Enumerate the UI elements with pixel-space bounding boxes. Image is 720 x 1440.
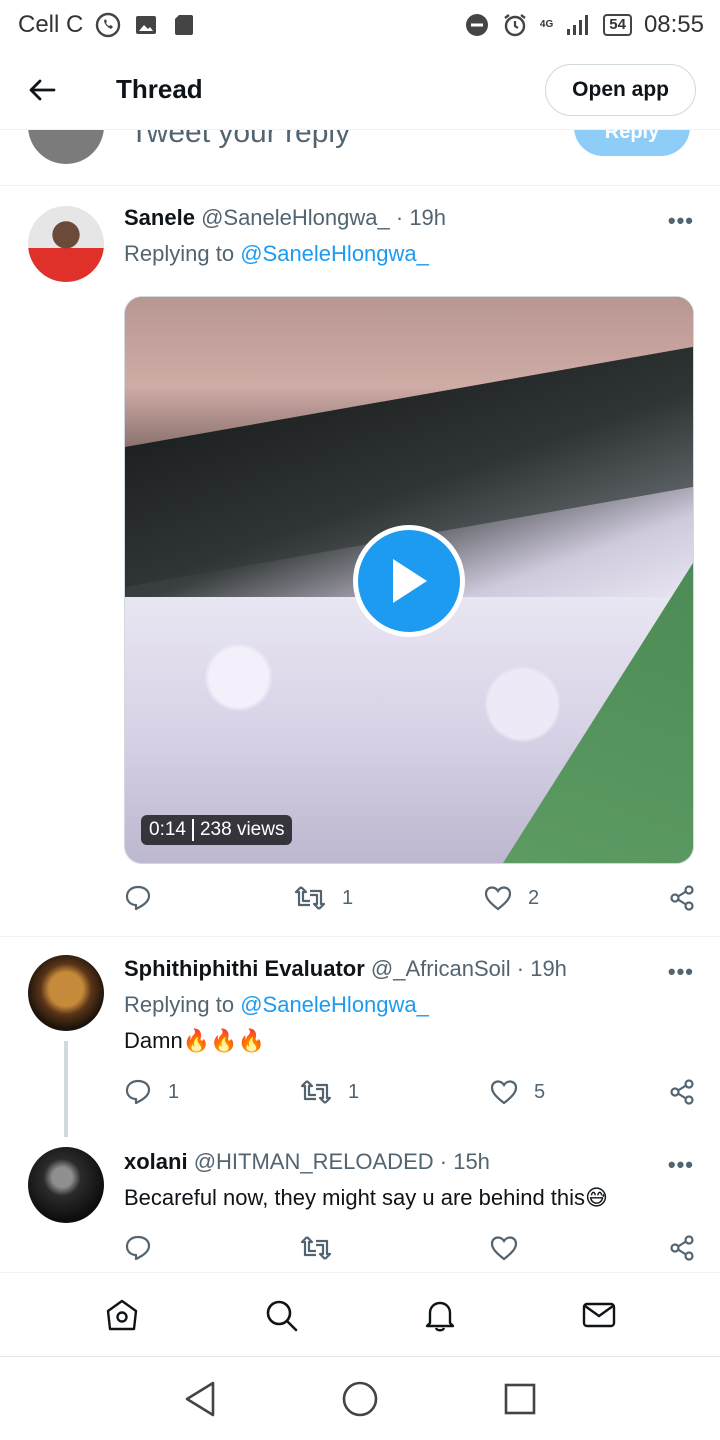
video-player[interactable]: 0:14 238 views	[124, 296, 694, 864]
author-handle[interactable]: @_AfricanSoil	[371, 956, 511, 981]
more-icon[interactable]: •••	[668, 959, 694, 985]
mention-link[interactable]: @SaneleHlongwa_	[240, 241, 429, 266]
author-name[interactable]: Sphithiphithi Evaluator	[124, 956, 365, 981]
mention-link[interactable]: @SaneleHlongwa_	[240, 992, 429, 1017]
page-title: Thread	[116, 74, 203, 104]
reply-composer: Tweet your reply Reply	[0, 130, 720, 186]
share-action[interactable]	[668, 1234, 696, 1262]
tweet-time: · 19h	[395, 205, 447, 230]
alarm-icon	[502, 12, 528, 38]
tweet-time: · 19h	[516, 956, 567, 981]
signal-icon	[565, 12, 591, 38]
retweet-icon	[300, 1080, 332, 1104]
video-views: 238 views	[199, 819, 285, 840]
dnd-icon	[464, 12, 490, 38]
reply-action[interactable]	[124, 1234, 284, 1262]
nav-home-icon[interactable]	[330, 1369, 390, 1429]
tweet[interactable]: xolani @HITMAN_RELOADED · 15h Becareful …	[0, 1132, 720, 1272]
status-bar: Cell C 4G 54 08:55	[0, 0, 720, 50]
time-label: 08:55	[643, 11, 704, 38]
reply-icon	[125, 885, 151, 911]
like-icon	[484, 886, 512, 911]
system-navigation-bar	[0, 1356, 720, 1440]
author-handle[interactable]: @SaneleHlongwa_	[201, 205, 390, 230]
author-name[interactable]: Sanele	[124, 205, 195, 230]
replying-to: Replying to @SaneleHlongwa_	[124, 992, 429, 1017]
tweet-header: Sphithiphithi Evaluator @_AfricanSoil · …	[124, 955, 696, 983]
back-arrow-icon[interactable]	[0, 50, 84, 130]
author-handle[interactable]: @HITMAN_RELOADED	[194, 1149, 434, 1174]
reply-action[interactable]	[124, 884, 284, 912]
tweet-time: · 15h	[439, 1149, 490, 1174]
retweet-action[interactable]: 1	[300, 1079, 490, 1105]
avatar[interactable]	[28, 955, 104, 1031]
avatar[interactable]	[28, 206, 104, 282]
video-duration: 0:14	[149, 819, 186, 840]
tweet-text: Becareful now, they might say u are behi…	[124, 1185, 608, 1210]
messages-icon[interactable]	[569, 1285, 629, 1345]
like-icon	[490, 1080, 518, 1105]
reply-input[interactable]: Tweet your reply	[130, 130, 350, 150]
play-button[interactable]	[353, 525, 465, 637]
tweet[interactable]: Sphithiphithi Evaluator @_AfricanSoil · …	[0, 937, 720, 1137]
tweet-text: Damn🔥🔥🔥	[124, 1028, 265, 1053]
retweet-icon	[294, 886, 326, 910]
retweet-action[interactable]: 1	[294, 885, 484, 911]
home-icon[interactable]	[92, 1285, 152, 1345]
like-action[interactable]	[490, 1235, 660, 1261]
play-icon	[393, 559, 427, 603]
tweet[interactable]: Sanele @SaneleHlongwa_ · 19h Replying to…	[0, 186, 720, 936]
image-icon	[133, 12, 159, 38]
bottom-tab-bar	[0, 1272, 720, 1356]
share-icon	[670, 1079, 694, 1105]
share-icon	[670, 885, 694, 911]
nav-recents-icon[interactable]	[490, 1369, 550, 1429]
more-icon[interactable]: •••	[668, 1152, 694, 1178]
thread-line	[64, 1041, 68, 1137]
notifications-icon[interactable]	[410, 1285, 470, 1345]
retweet-action[interactable]	[300, 1235, 490, 1261]
tweet-header: xolani @HITMAN_RELOADED · 15h	[124, 1148, 696, 1176]
author-name[interactable]: xolani	[124, 1149, 188, 1174]
reply-action[interactable]: 1	[124, 1078, 284, 1106]
like-action[interactable]: 5	[490, 1079, 660, 1105]
video-meta-badge: 0:14 238 views	[141, 815, 293, 845]
reply-icon	[125, 1079, 151, 1105]
share-action[interactable]	[668, 884, 696, 912]
sd-card-icon	[171, 12, 197, 38]
network-type: 4G	[539, 19, 554, 30]
app-header: Thread Open app	[0, 50, 720, 130]
reply-icon	[125, 1235, 151, 1261]
search-icon[interactable]	[251, 1285, 311, 1345]
reply-button[interactable]: Reply	[574, 130, 690, 156]
tweet-header: Sanele @SaneleHlongwa_ · 19h	[124, 204, 696, 232]
avatar	[28, 130, 104, 164]
tweet-actions	[124, 1228, 696, 1268]
carrier-label: Cell C	[18, 11, 84, 38]
share-icon	[670, 1235, 694, 1261]
tweet-actions: 1 1 5	[124, 1072, 696, 1112]
avatar[interactable]	[28, 1147, 104, 1223]
retweet-icon	[300, 1236, 332, 1260]
more-icon[interactable]: •••	[668, 208, 694, 234]
nav-back-icon[interactable]	[170, 1369, 230, 1429]
like-action[interactable]: 2	[484, 885, 654, 911]
open-app-button[interactable]: Open app	[545, 63, 696, 116]
share-action[interactable]	[668, 1078, 696, 1106]
tweet-actions: 1 2	[124, 878, 696, 918]
battery-icon: 54	[603, 14, 632, 36]
whatsapp-icon	[95, 12, 121, 38]
like-icon	[490, 1236, 518, 1261]
replying-to: Replying to @SaneleHlongwa_	[124, 241, 429, 266]
